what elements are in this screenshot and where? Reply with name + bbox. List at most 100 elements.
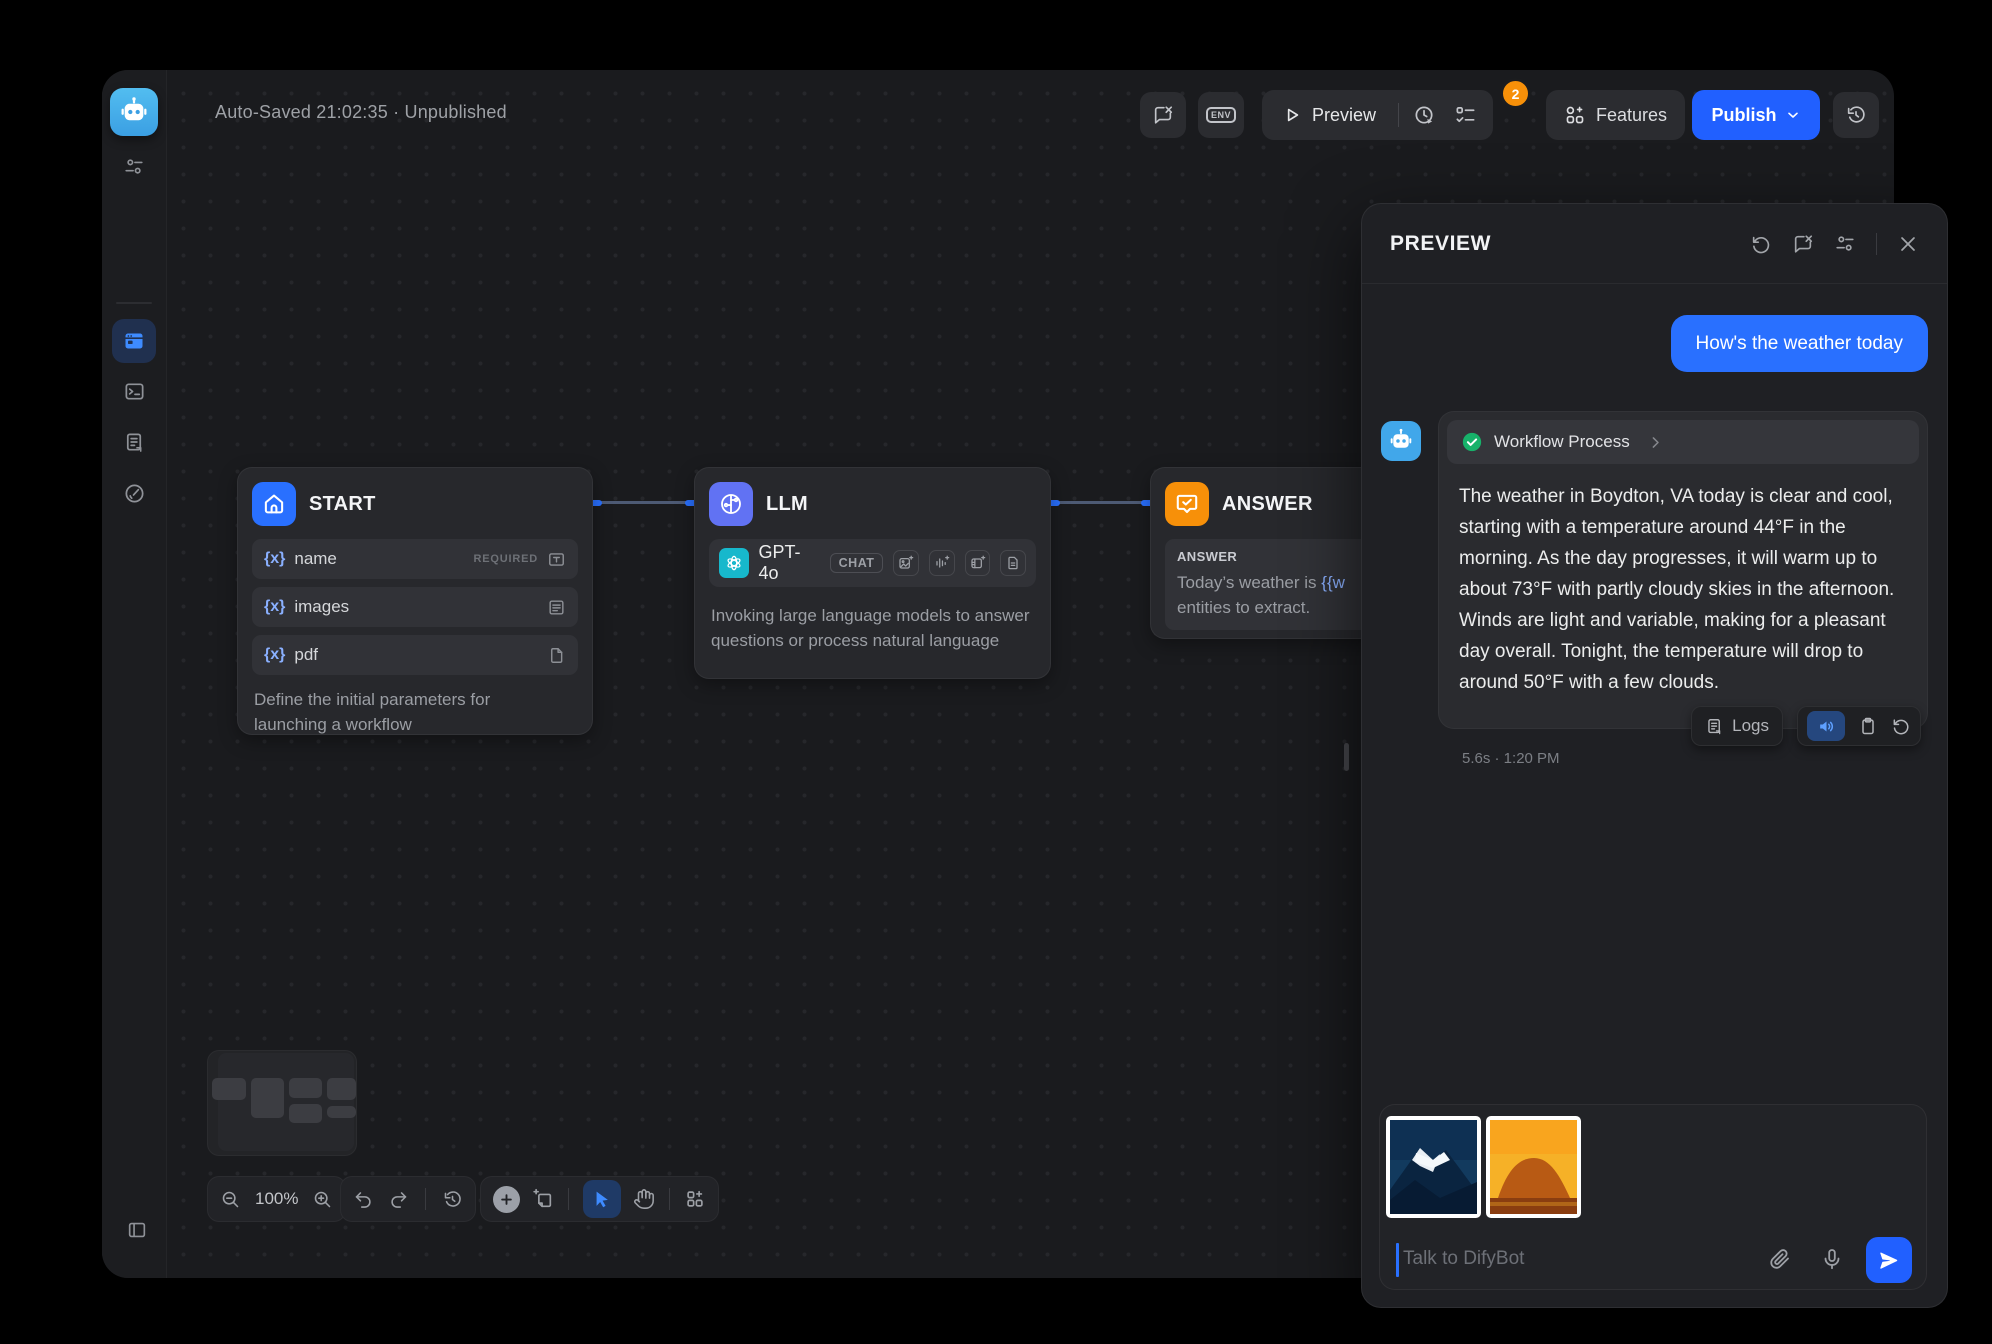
message-actions — [1797, 706, 1921, 746]
variable-name: name — [294, 549, 337, 569]
regenerate-button[interactable] — [1891, 716, 1911, 736]
vision-icon — [893, 550, 919, 576]
dify-workflow-app: { "app": { "status_text": "Auto-Saved 21… — [0, 0, 1992, 1344]
zoom-out-button[interactable] — [220, 1189, 241, 1210]
edge-start-llm — [593, 501, 694, 504]
regenerate-icon — [1891, 716, 1911, 736]
publish-button[interactable]: Publish — [1692, 90, 1820, 140]
message-meta: 5.6s · 1:20 PM — [1462, 750, 1560, 767]
edge-llm-answer — [1051, 501, 1150, 504]
change-history-button[interactable] — [442, 1189, 463, 1210]
check-circle-icon — [1461, 431, 1483, 453]
app-avatar[interactable] — [110, 88, 158, 136]
zoom-level[interactable]: 100% — [255, 1189, 298, 1209]
sidebar-item-logs[interactable] — [112, 420, 156, 464]
version-history-button[interactable] — [1833, 92, 1879, 138]
copy-button[interactable] — [1858, 716, 1878, 736]
pointer-icon — [592, 1189, 612, 1209]
template-variable: {{w — [1321, 573, 1345, 592]
start-variable-pdf[interactable]: {x} pdf — [252, 635, 578, 675]
chevron-down-icon — [1785, 107, 1801, 123]
conversation-settings-button[interactable] — [1834, 233, 1856, 255]
home-icon — [252, 482, 296, 526]
minimap[interactable] — [207, 1050, 357, 1156]
send-button[interactable] — [1866, 1237, 1912, 1283]
organize-blocks-button[interactable] — [684, 1188, 706, 1210]
redo-button[interactable] — [388, 1189, 409, 1210]
variable-name: pdf — [294, 645, 318, 665]
orchestrate-icon — [122, 329, 146, 353]
add-node-button[interactable] — [493, 1186, 520, 1213]
node-llm[interactable]: LLM GPT-4o CHAT — [694, 467, 1051, 679]
bot-message-card: Workflow Process The weather in Boydton,… — [1438, 411, 1928, 729]
file-list-type-icon — [547, 598, 566, 617]
close-icon — [1897, 233, 1919, 255]
variable-icon: {x} — [264, 550, 285, 568]
add-comment-button[interactable] — [1140, 92, 1186, 138]
node-start[interactable]: START {x} name REQUIRED {x} images {x} p… — [237, 467, 593, 735]
attach-file-button[interactable] — [1768, 1247, 1792, 1271]
add-note-button[interactable] — [532, 1188, 554, 1210]
composer-placeholder[interactable]: Talk to DifyBot — [1403, 1248, 1524, 1270]
pointer-mode-button[interactable] — [583, 1180, 621, 1218]
minimap-node — [212, 1078, 246, 1100]
hand-mode-button[interactable] — [633, 1188, 655, 1210]
divider — [669, 1188, 670, 1210]
workflow-process-toggle[interactable]: Workflow Process — [1447, 420, 1919, 464]
audio-icon — [929, 550, 955, 576]
close-preview-button[interactable] — [1897, 233, 1919, 255]
variable-icon: {x} — [264, 646, 285, 664]
uploaded-image-thumbnail[interactable] — [1486, 1116, 1581, 1218]
api-terminal-icon — [123, 380, 146, 403]
user-message-bubble: How's the weather today — [1671, 315, 1928, 372]
features-label: Features — [1596, 105, 1667, 126]
conversation-edit-button[interactable] — [1792, 233, 1814, 255]
voice-input-button[interactable] — [1820, 1247, 1844, 1271]
sidebar-item-orchestrate[interactable] — [112, 319, 156, 363]
history-controls — [340, 1176, 476, 1222]
monitor-gauge-icon — [123, 482, 146, 505]
file-type-icon — [547, 646, 566, 665]
mic-icon — [1820, 1247, 1844, 1271]
video-icon — [965, 550, 991, 576]
divider — [568, 1188, 569, 1210]
checklist-button[interactable] — [1454, 104, 1477, 127]
start-variable-name[interactable]: {x} name REQUIRED — [252, 539, 578, 579]
minimap-node — [327, 1106, 356, 1118]
zoom-in-button[interactable] — [312, 1189, 333, 1210]
canvas-scrollbar[interactable] — [1344, 743, 1349, 771]
llm-model-selector[interactable]: GPT-4o CHAT — [709, 539, 1036, 587]
node-title: LLM — [766, 493, 808, 516]
publish-label: Publish — [1711, 105, 1776, 126]
logs-label: Logs — [1732, 716, 1769, 736]
checklist-icon — [1454, 104, 1477, 127]
autosave-status: Auto-Saved 21:02:35 · Unpublished — [215, 102, 507, 123]
preview-run-label: Preview — [1312, 105, 1376, 126]
sidebar-item-api[interactable] — [112, 369, 156, 413]
run-history-button[interactable] — [1413, 104, 1436, 127]
features-icon — [1564, 104, 1586, 126]
sidebar-item-settings[interactable] — [112, 145, 156, 189]
workflow-process-label: Workflow Process — [1494, 432, 1630, 452]
divider — [1876, 233, 1877, 255]
environment-variables-button[interactable]: ENV — [1198, 92, 1244, 138]
variable-name: images — [294, 597, 349, 617]
read-aloud-button[interactable] — [1807, 711, 1845, 741]
sidebar-item-monitoring[interactable] — [112, 471, 156, 515]
checklist-count-badge: 2 — [1500, 78, 1531, 109]
collapse-sidebar-button[interactable] — [115, 1208, 159, 1252]
logs-button[interactable]: Logs — [1691, 706, 1783, 746]
undo-button[interactable] — [353, 1189, 374, 1210]
start-variable-images[interactable]: {x} images — [252, 587, 578, 627]
preview-run-button[interactable]: Preview — [1262, 105, 1384, 126]
divider — [1398, 103, 1399, 127]
restart-icon — [1750, 233, 1772, 255]
uploaded-image-thumbnail[interactable] — [1386, 1116, 1481, 1218]
features-button[interactable]: Features — [1546, 90, 1685, 140]
node-description: Invoking large language models to answer… — [709, 599, 1036, 653]
preview-panel: PREVIEW — [1361, 203, 1948, 1308]
restart-conversation-button[interactable] — [1750, 233, 1772, 255]
minimap-node — [251, 1078, 284, 1118]
preview-panel-header: PREVIEW — [1362, 204, 1947, 284]
mountain-night-image — [1390, 1120, 1477, 1214]
